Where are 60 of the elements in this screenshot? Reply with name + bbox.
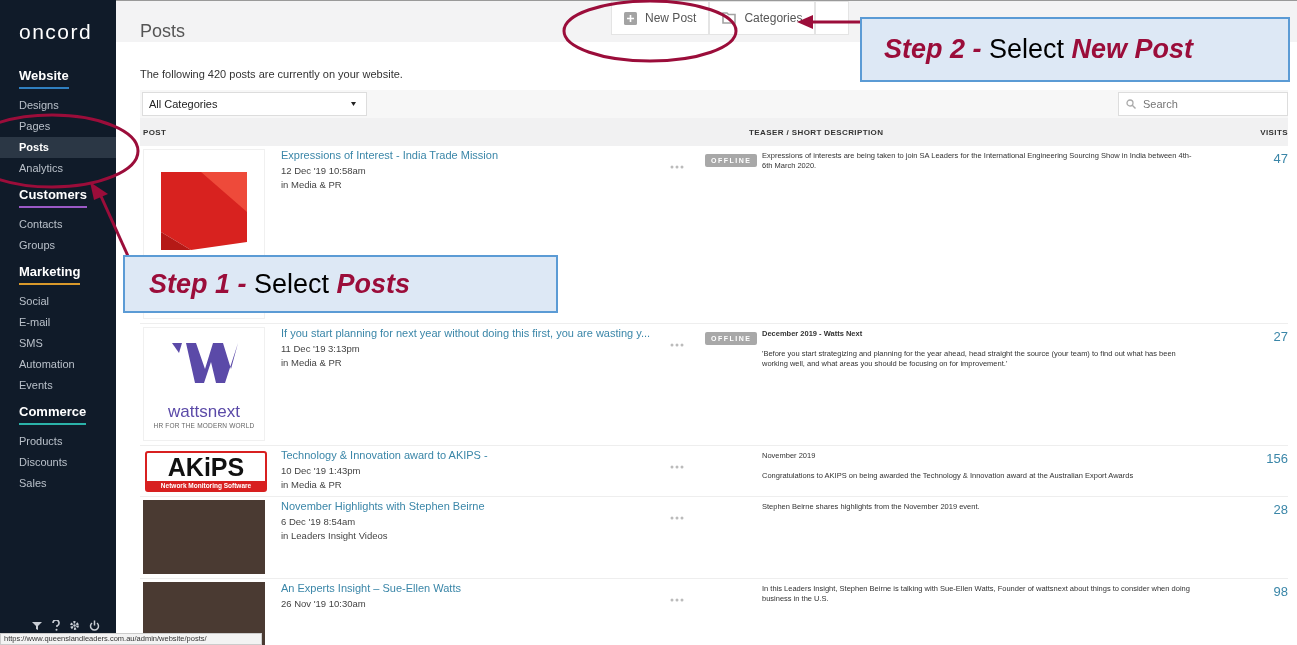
logo: oncord	[19, 20, 93, 44]
visits-count: 28	[1273, 502, 1288, 517]
page-title: Posts	[140, 21, 186, 42]
sidebar-item[interactable]: Products	[0, 431, 116, 452]
post-date: 10 Dec '19 1:43pm	[281, 464, 362, 478]
post-title-link[interactable]: Expressions of Interest - India Trade Mission	[281, 149, 670, 161]
sidebar-item[interactable]: Pages	[0, 116, 116, 137]
sidebar-item[interactable]: Analytics	[0, 158, 116, 179]
folder-icon	[722, 12, 737, 24]
visits-count: 156	[1266, 451, 1288, 466]
sidebar-item[interactable]: Social	[0, 291, 116, 312]
post-category: in Media & PR	[281, 356, 343, 370]
section-heading: Marketing	[19, 264, 81, 285]
column-header: VISITS	[1259, 127, 1288, 137]
sidebar-item[interactable]: Groups	[0, 235, 116, 256]
sidebar-item[interactable]: Automation	[0, 354, 116, 375]
post-category: in Media & PR	[281, 178, 343, 192]
section-heading: Commerce	[19, 404, 87, 425]
search-icon	[1126, 99, 1136, 109]
settings-icon[interactable]	[69, 620, 80, 631]
logo-text: wattsnext	[168, 402, 240, 422]
sidebar-item[interactable]: Events	[0, 375, 116, 396]
post-date: 6 Dec '19 8:54am	[281, 515, 357, 529]
sidebar-item[interactable]: Designs	[0, 95, 116, 116]
post-date: 12 Dec '19 10:58am	[281, 164, 367, 178]
visits-count: 98	[1273, 584, 1288, 599]
sidebar-item[interactable]: Posts	[0, 137, 116, 158]
sidebar-item[interactable]: Sales	[0, 473, 116, 494]
post-date: 11 Dec '19 3:13pm	[281, 342, 361, 356]
sidebar-item[interactable]: SMS	[0, 333, 116, 354]
section-heading: Website	[19, 68, 69, 89]
w-logo-icon	[170, 340, 238, 386]
logo-text: AKiPS	[167, 453, 245, 481]
post-date: 26 Nov '19 10:30am	[281, 597, 367, 611]
column-header: TEASER / SHORT DESCRIPTION	[749, 127, 885, 137]
visits-count: 47	[1273, 151, 1288, 166]
sidebar-item[interactable]: E-mail	[0, 312, 116, 333]
caret-icon	[351, 102, 356, 106]
sidebar-item[interactable]: Contacts	[0, 214, 116, 235]
post-category: in Media & PR	[281, 478, 343, 492]
column-header: POST	[142, 127, 168, 137]
callout-text: Step 2 - Select New Post	[884, 34, 1194, 65]
post-title-link[interactable]: November Highlights with Stephen Beirne	[281, 500, 670, 512]
action-button[interactable]: New Post	[611, 1, 710, 35]
visits-count: 27	[1273, 329, 1288, 344]
power-icon[interactable]	[89, 620, 100, 631]
action-button[interactable]: Categories	[709, 1, 816, 35]
summary-text: The following 420 posts are currently on your website.	[140, 68, 404, 80]
post-title-link[interactable]: If you start planning for next year without doing this first, you are wasting y...	[281, 327, 670, 339]
post-title-link[interactable]: An Experts Insight – Sue-Ellen Watts	[281, 582, 670, 594]
funnel-icon[interactable]	[31, 620, 43, 631]
callout-text: Step 1 - Select Posts	[149, 268, 411, 300]
post-category: in Leaders Insight Videos	[281, 529, 389, 543]
search-field[interactable]: Search	[1118, 92, 1288, 116]
category-dropdown[interactable]: All Categories	[142, 92, 367, 116]
post-title-link[interactable]: Technology & Innovation award to AKIPS -	[281, 449, 670, 461]
help-icon[interactable]	[52, 620, 60, 631]
sidebar-item[interactable]: Discounts	[0, 452, 116, 473]
section-heading: Customers	[19, 187, 87, 208]
plus-icon	[624, 11, 638, 25]
